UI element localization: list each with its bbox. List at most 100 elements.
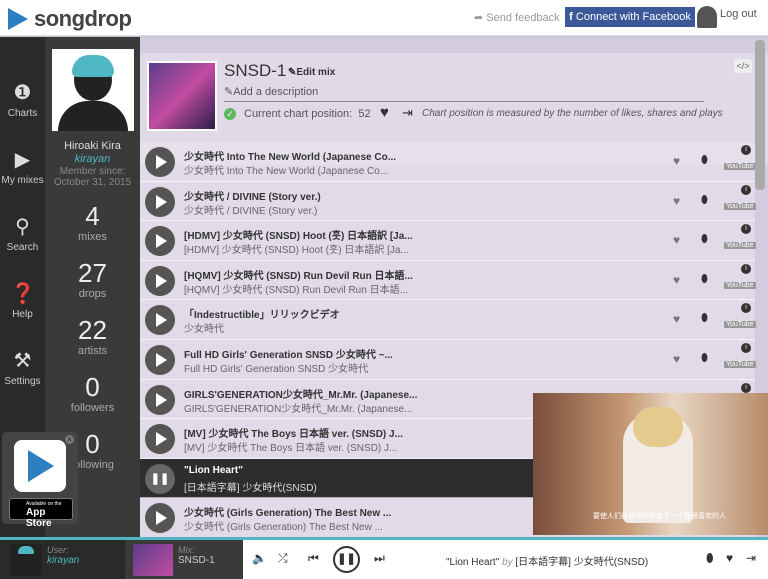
drop-icon[interactable]: ⬮ bbox=[701, 194, 708, 207]
like-icon[interactable]: ♥ bbox=[673, 312, 680, 326]
logout-link[interactable]: Log out bbox=[720, 8, 757, 20]
play-track-button[interactable] bbox=[145, 384, 175, 415]
next-icon[interactable]: ⏭ bbox=[374, 551, 385, 566]
top-bar: songdrop ➦ Send feedback f Connect with … bbox=[0, 0, 768, 36]
like-icon[interactable]: ♥ bbox=[726, 551, 733, 565]
chart-position: Current chart position: 52 bbox=[244, 108, 371, 120]
chart-icon: ❶ bbox=[13, 82, 32, 104]
scrollbar[interactable] bbox=[755, 40, 765, 190]
play-track-button[interactable] bbox=[145, 305, 175, 336]
info-icon[interactable]: i bbox=[741, 263, 751, 274]
mix-thumbnail[interactable] bbox=[147, 61, 217, 131]
drop-icon[interactable]: ⬮ bbox=[701, 233, 708, 246]
video-subtitle: 要使人们在偶然间伤害了一个我很喜欢的人 bbox=[593, 513, 726, 520]
app-icon bbox=[14, 440, 66, 492]
drop-icon[interactable]: ⬮ bbox=[701, 154, 708, 167]
play-track-button[interactable] bbox=[145, 147, 175, 177]
pause-button[interactable]: ❚❚ bbox=[333, 546, 360, 573]
youtube-icon[interactable]: YouTube bbox=[724, 163, 756, 170]
drop-icon[interactable]: ⬮ bbox=[701, 352, 708, 365]
now-playing: "Lion Heart" by [日本語字幕] 少女時代(SNSD) bbox=[446, 553, 648, 568]
app-store-promo[interactable]: Available on the App Store × bbox=[2, 432, 78, 529]
video-player[interactable]: 要使人们在偶然间伤害了一个我很喜欢的人 bbox=[533, 393, 768, 535]
drop-icon[interactable]: ⬮ bbox=[706, 551, 714, 566]
play-track-button[interactable] bbox=[145, 503, 175, 534]
now-playing-title: "Lion Heart" bbox=[446, 557, 500, 568]
pause-track-button[interactable]: ❚❚ bbox=[145, 463, 175, 494]
stat-followers[interactable]: 0 followers bbox=[45, 372, 140, 414]
track-row[interactable]: 少女時代 / DIVINE (Story ver.) 少女時代 / DIVINE … bbox=[140, 181, 756, 222]
info-icon[interactable]: i bbox=[741, 303, 751, 314]
info-icon[interactable]: i bbox=[741, 382, 751, 393]
info-icon[interactable]: i bbox=[741, 184, 751, 195]
track-subtitle: [MV] 少女時代 The Boys 日本語 ver. (SNSD) J... bbox=[184, 443, 398, 455]
play-track-button[interactable] bbox=[145, 226, 175, 257]
drop-icon[interactable]: ⬮ bbox=[701, 273, 708, 286]
logo[interactable]: songdrop bbox=[8, 6, 132, 32]
nav-search[interactable]: ⚲ Search bbox=[0, 215, 45, 253]
youtube-icon[interactable]: YouTube bbox=[724, 360, 756, 368]
play-icon bbox=[156, 432, 167, 447]
youtube-icon[interactable]: YouTube bbox=[724, 321, 756, 329]
info-icon[interactable]: i bbox=[741, 224, 751, 235]
play-track-button[interactable] bbox=[145, 424, 175, 455]
share-icon[interactable]: ⇥ bbox=[402, 105, 413, 121]
profile-picture[interactable] bbox=[52, 49, 134, 131]
like-icon[interactable]: ♥ bbox=[380, 104, 389, 121]
track-title: 少女時代 (Girls Generation) The Best New ... bbox=[184, 508, 392, 520]
drop-icon[interactable]: ⬮ bbox=[701, 312, 708, 325]
play-track-button[interactable] bbox=[145, 186, 175, 217]
track-row[interactable]: 「Indestructible」リリックビデオ 少女時代 ♥ ⬮ YouTube i bbox=[140, 300, 756, 340]
youtube-icon[interactable]: YouTube bbox=[724, 242, 756, 250]
nav-charts[interactable]: ❶ Charts bbox=[0, 81, 45, 119]
embed-button[interactable]: </> bbox=[734, 59, 752, 73]
volume-icon[interactable]: 🔈 bbox=[252, 551, 267, 565]
stat-mixes[interactable]: 4 mixes bbox=[45, 201, 140, 243]
track-subtitle: [HQMV] 少女時代 (SNSD) Run Devil Run 日本語... bbox=[184, 284, 408, 296]
play-track-button[interactable] bbox=[145, 265, 175, 296]
app-store-badge[interactable]: Available on the App Store bbox=[9, 498, 73, 529]
like-icon[interactable]: ♥ bbox=[673, 154, 680, 168]
track-row[interactable]: 少女時代 Into The New World (Japanese Co... 少… bbox=[140, 142, 756, 182]
nav-label: Search bbox=[6, 242, 39, 253]
player-user-label: User: bbox=[47, 545, 69, 555]
member-since-date: October 31, 2015 bbox=[53, 177, 132, 188]
nav-help[interactable]: ❓ Help bbox=[0, 282, 45, 320]
player-user[interactable]: User: kirayan bbox=[0, 540, 125, 579]
youtube-icon[interactable]: YouTube bbox=[724, 281, 756, 289]
stat-value: 4 bbox=[85, 201, 100, 231]
stat-drops[interactable]: 27 drops bbox=[45, 258, 140, 300]
nav-my-mixes[interactable]: ▶ My mixes bbox=[0, 148, 45, 186]
like-icon[interactable]: ♥ bbox=[673, 194, 680, 208]
track-row[interactable]: [HQMV] 少女時代 (SNSD) Run Devil Run 日本語... [… bbox=[140, 260, 756, 301]
stat-artists[interactable]: 22 artists bbox=[45, 315, 140, 357]
play-track-button[interactable] bbox=[145, 344, 175, 375]
share-icon[interactable]: ⇥ bbox=[746, 551, 756, 565]
now-playing-artist: [日本語字幕] 少女時代(SNSD) bbox=[515, 557, 649, 568]
track-title: [HQMV] 少女時代 (SNSD) Run Devil Run 日本語... bbox=[184, 270, 413, 282]
avatar[interactable] bbox=[697, 6, 717, 28]
logo-icon bbox=[8, 8, 28, 30]
like-icon[interactable]: ♥ bbox=[673, 233, 680, 247]
add-description-link[interactable]: ✎Add a description bbox=[224, 85, 318, 98]
edit-mix-button[interactable]: ✎Edit mix bbox=[288, 67, 335, 78]
youtube-icon[interactable]: YouTube bbox=[724, 202, 756, 210]
nav-settings[interactable]: ⚒ Settings bbox=[0, 349, 45, 387]
like-icon[interactable]: ♥ bbox=[673, 273, 680, 287]
track-title: "Lion Heart" bbox=[184, 464, 243, 476]
like-icon[interactable]: ♥ bbox=[673, 352, 680, 366]
shuffle-icon[interactable]: ⤮ bbox=[278, 551, 288, 566]
player-mix[interactable]: Mix: SNSD-1 bbox=[125, 540, 243, 579]
send-feedback-link[interactable]: ➦ Send feedback bbox=[474, 11, 560, 24]
nav-label: Help bbox=[12, 309, 33, 320]
nav-label: Settings bbox=[4, 376, 41, 387]
track-row[interactable]: [HDMV] 少女時代 (SNSD) Hoot (훗) 日本語訳 [Ja... [… bbox=[140, 221, 756, 261]
info-icon[interactable]: i bbox=[741, 342, 751, 353]
info-icon[interactable]: i bbox=[741, 145, 751, 155]
connect-facebook-button[interactable]: f Connect with Facebook bbox=[565, 7, 695, 27]
track-row[interactable]: Full HD Girls' Generation SNSD 少女時代 ~...… bbox=[140, 339, 756, 380]
close-icon[interactable]: × bbox=[65, 435, 74, 444]
play-icon bbox=[156, 155, 167, 169]
profile-handle[interactable]: kirayan bbox=[45, 153, 140, 165]
previous-icon[interactable]: ⏮ bbox=[308, 551, 319, 566]
